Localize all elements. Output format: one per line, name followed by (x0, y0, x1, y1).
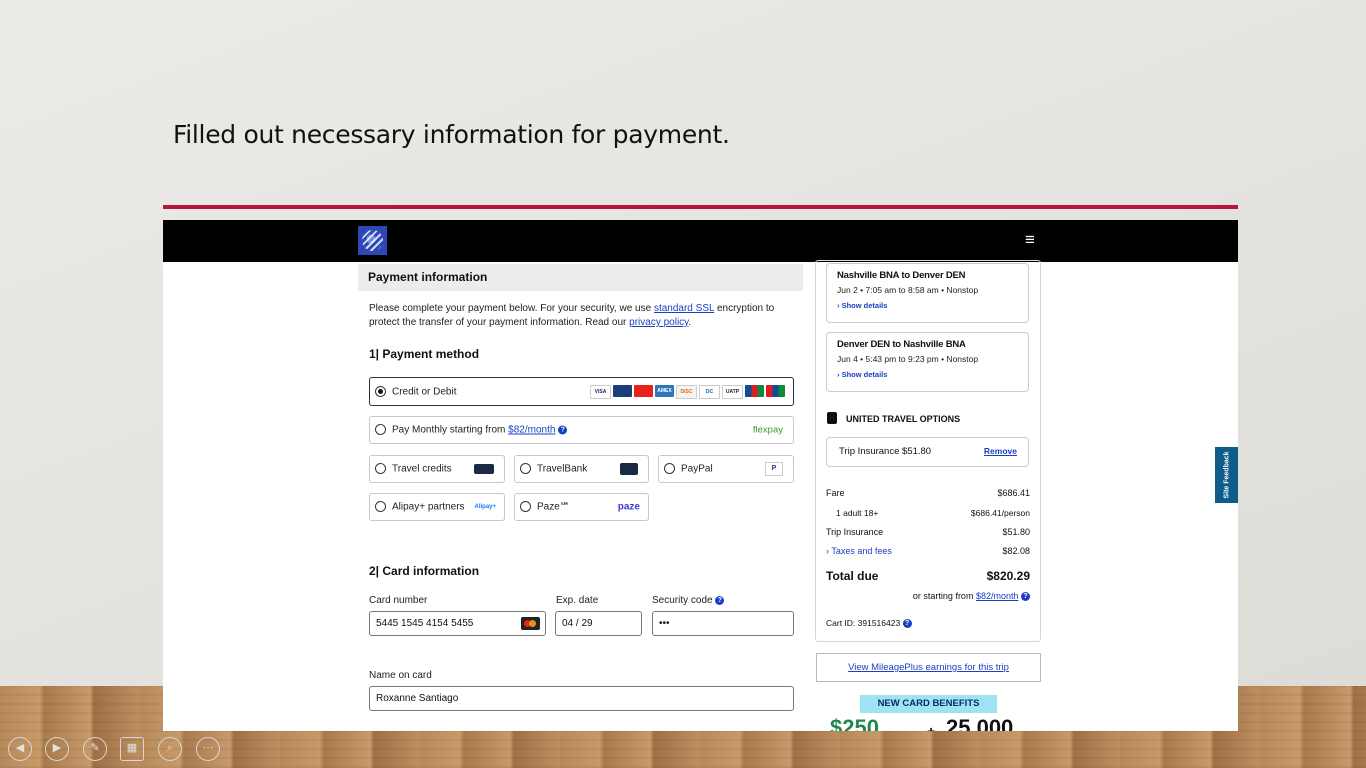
card-logos: VISA AMEX DISC DC UATP (590, 385, 785, 399)
mastercard-icon (521, 617, 540, 630)
radio-credit-debit[interactable] (375, 385, 386, 397)
paypal-icon: P (765, 462, 783, 476)
remove-insurance-link[interactable]: Remove (984, 446, 1017, 456)
travel-credits-icon (474, 464, 494, 474)
starting-from-row: or starting from $82/month ? (826, 591, 1030, 602)
travel-options-heading: UNITED TRAVEL OPTIONS (846, 414, 961, 424)
help-icon[interactable]: ? (1021, 592, 1030, 602)
slide-title: Filled out necessary information for pay… (173, 120, 730, 149)
next-slide-icon[interactable]: ▶ (45, 737, 69, 761)
paze-logo: paze (617, 501, 640, 513)
name-on-card-label: Name on card (369, 670, 432, 681)
chevron-right-icon: › (826, 546, 829, 556)
slides-grid-icon[interactable]: ▦ (120, 737, 144, 761)
cart-icon (620, 463, 638, 475)
show-details-link[interactable]: › Show details (837, 370, 1018, 379)
cart-id: Cart ID: 391516423 ? (826, 618, 1030, 629)
trip-insurance-row: Trip Insurance $51.80 (826, 527, 1030, 537)
discover-logo: DISC (676, 385, 697, 399)
payment-information-heading: Payment information (358, 264, 803, 291)
mileageplus-earnings-link[interactable]: View MileagePlus earnings for this trip (816, 653, 1041, 682)
site-feedback-tab[interactable]: Site Feedback (1215, 447, 1238, 503)
option-travel-credits[interactable]: Travel credits (369, 455, 505, 483)
payment-method-heading: 1| Payment method (369, 347, 480, 361)
ssl-link[interactable]: standard SSL (654, 303, 714, 314)
card-number-field[interactable]: 5445 1545 4154 5455 (369, 611, 546, 636)
total-row: Total due $820.29 (826, 569, 1030, 583)
help-icon[interactable]: ? (558, 425, 568, 435)
flexpay-logo: flexpay (752, 424, 783, 436)
security-code-label: Security code ? (652, 595, 725, 606)
pen-icon[interactable]: ✎ (83, 737, 107, 761)
unionpay-logo (766, 385, 785, 397)
trip-insurance-card: Trip Insurance $51.80 Remove (826, 437, 1029, 467)
privacy-policy-link[interactable]: privacy policy (629, 317, 688, 328)
bonus-plus: + (927, 723, 936, 731)
amex-logo: AMEX (655, 385, 674, 397)
fare-row: Fare $686.41 (826, 488, 1030, 498)
flight-card: Nashville BNA to Denver DEN Jun 2 • 7:05… (826, 263, 1029, 323)
united-globe-logo[interactable] (358, 226, 387, 255)
help-icon[interactable]: ? (715, 595, 725, 605)
title-divider (163, 205, 1238, 209)
flight-card: Denver DEN to Nashville BNA Jun 4 • 5:43… (826, 332, 1029, 392)
exp-date-field[interactable]: 04 / 29 (555, 611, 642, 636)
new-card-benefits-badge: NEW CARD BENEFITS (860, 695, 997, 713)
jcb-logo (745, 385, 764, 397)
visa-logo: VISA (590, 385, 611, 399)
mastercard-logo (634, 385, 653, 397)
card-information-heading: 2| Card information (369, 564, 480, 578)
option-paypal[interactable]: PayPal P (658, 455, 794, 483)
security-code-field[interactable]: ••• (652, 611, 794, 636)
monthly-price-link[interactable]: $82/month (508, 425, 555, 436)
option-alipay[interactable]: Alipay+ partners Alipay+ (369, 493, 505, 521)
radio-paze[interactable] (520, 501, 531, 512)
radio-paypal[interactable] (664, 463, 675, 474)
alipay-logo: Alipay+ (474, 504, 496, 510)
taxes-row[interactable]: › Taxes and fees $82.08 (826, 546, 1030, 556)
radio-pay-monthly[interactable] (375, 424, 386, 435)
screenshot-frame: ≡ Payment information Please complete yo… (163, 220, 1238, 731)
show-details-link[interactable]: › Show details (837, 301, 1018, 310)
radio-travelbank[interactable] (520, 463, 531, 474)
option-pay-monthly[interactable]: Pay Monthly starting from $82/month ? fl… (369, 416, 794, 444)
option-travelbank[interactable]: TravelBank (514, 455, 649, 483)
exp-date-label: Exp. date (556, 595, 599, 606)
card-number-label: Card number (369, 595, 428, 606)
site-header: ≡ (163, 220, 1238, 262)
payment-intro-text: Please complete your payment below. For … (369, 303, 775, 328)
previous-slide-icon[interactable]: ◀ (8, 737, 32, 761)
name-on-card-field[interactable]: Roxanne Santiago (369, 686, 794, 711)
uatp-logo: UATP (722, 385, 743, 399)
radio-alipay[interactable] (375, 501, 386, 512)
amex-blue-logo (613, 385, 632, 397)
adult-row: 1 adult 18+ $686.41/person (836, 508, 1030, 518)
help-icon[interactable]: ? (902, 619, 912, 629)
zoom-icon[interactable]: ⌕ (158, 737, 182, 761)
shopping-bag-icon (827, 412, 837, 424)
diners-logo: DC (699, 385, 720, 399)
option-credit-debit[interactable]: Credit or Debit VISA AMEX DISC DC UATP (369, 377, 794, 406)
menu-icon[interactable]: ≡ (1025, 230, 1035, 250)
bonus-miles: 25,000 (946, 715, 1014, 731)
radio-travel-credits[interactable] (375, 463, 386, 474)
option-paze[interactable]: Paze℠ paze (514, 493, 649, 521)
bonus-cash: $250 (830, 715, 879, 731)
more-options-icon[interactable]: ⋯ (196, 737, 220, 761)
monthly-link[interactable]: $82/month (976, 591, 1019, 601)
